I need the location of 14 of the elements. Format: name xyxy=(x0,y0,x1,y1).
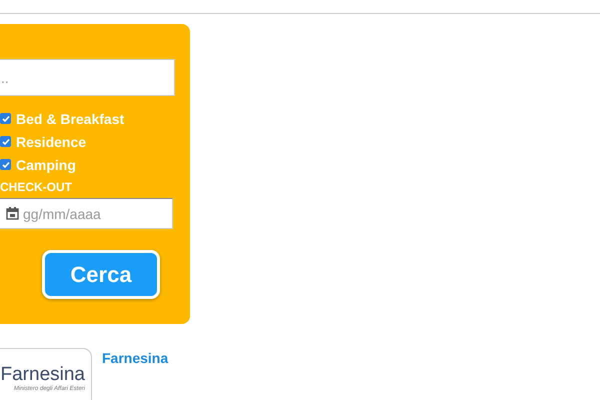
checkbox[interactable] xyxy=(0,159,11,170)
checkbox-label: Bed & Breakfast xyxy=(16,110,124,126)
logo-title: Farnesina xyxy=(0,364,85,386)
search-button[interactable]: Cerca xyxy=(42,250,160,299)
partner-link[interactable]: Farnesina xyxy=(102,350,168,400)
search-field[interactable]: .. xyxy=(0,59,175,96)
checkbox[interactable] xyxy=(0,136,11,147)
checkbox-label: Residence xyxy=(16,134,86,150)
date-field[interactable]: gg/mm/aaaa xyxy=(0,198,173,229)
calendar-icon xyxy=(6,207,19,220)
checkbox-label: Camping xyxy=(16,156,76,172)
checkout-label: CHECK-OUT xyxy=(0,180,73,194)
checkbox[interactable] xyxy=(0,113,11,124)
date-placeholder: gg/mm/aaaa xyxy=(23,206,101,222)
